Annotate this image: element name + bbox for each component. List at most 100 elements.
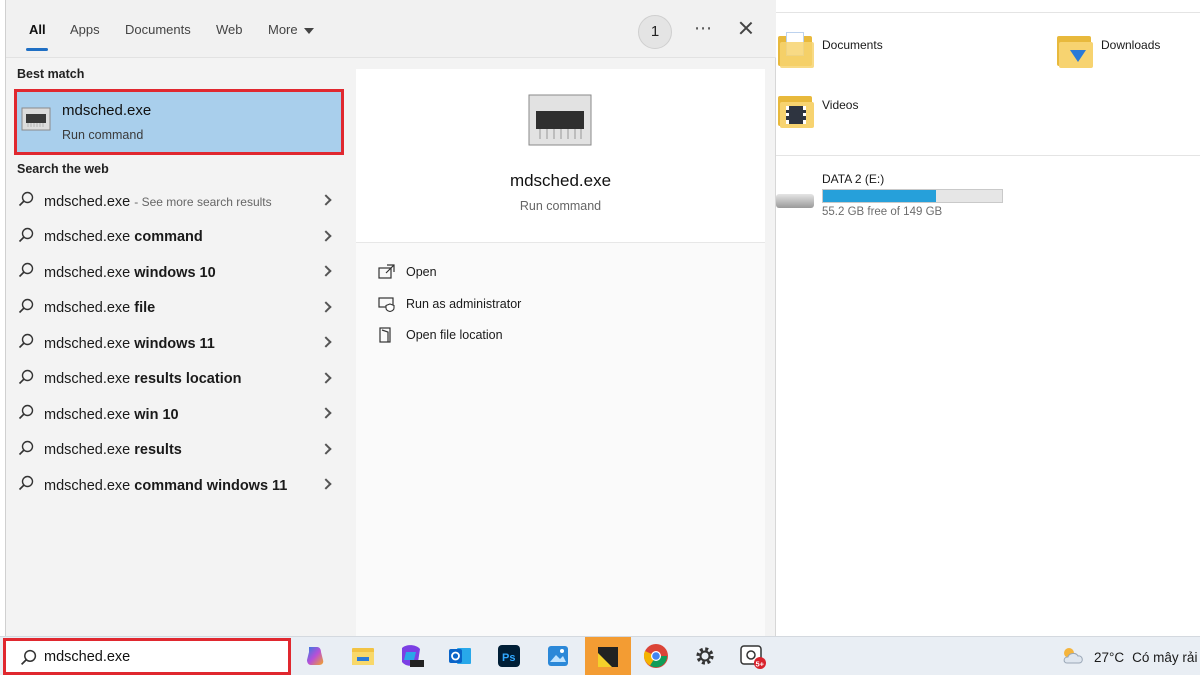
action-label: Open <box>406 265 437 279</box>
search-icon <box>18 369 40 390</box>
file-explorer-icon[interactable] <box>348 641 378 671</box>
notification-badge: 5+ <box>756 660 765 669</box>
start-search-panel: All Apps Documents Web More 1 ⋯ Best mat… <box>5 0 776 636</box>
svg-text:Ps: Ps <box>502 652 515 664</box>
tab-apps[interactable]: Apps <box>70 22 100 37</box>
web-heading: Search the web <box>17 162 109 176</box>
web-result-text: mdsched.exe <box>44 264 131 281</box>
videos-folder-icon <box>778 92 814 128</box>
web-result-item[interactable]: mdsched.exe command windows 11 <box>12 468 342 504</box>
drive-free-space: 55.2 GB free of 149 GB <box>822 206 943 218</box>
weather-temperature: 27°C <box>1094 650 1125 665</box>
tab-web[interactable]: Web <box>216 22 243 37</box>
search-icon <box>18 262 40 283</box>
search-tab-bar: All Apps Documents Web More 1 ⋯ <box>6 0 776 58</box>
folder-documents[interactable]: Documents <box>778 32 883 68</box>
web-results-list: mdsched.exe - See more search results mds… <box>12 184 342 504</box>
memory-chip-icon <box>21 104 51 139</box>
divider <box>776 155 1200 156</box>
chrome-icon[interactable] <box>641 641 671 671</box>
web-result-text: mdsched.exe <box>44 300 131 317</box>
photoshop-icon[interactable]: Ps <box>494 641 524 671</box>
chevron-right-icon <box>320 442 332 455</box>
see-more-text: - See more search results <box>134 194 272 209</box>
web-result-bold: windows 10 <box>134 264 216 281</box>
sticky-notes-icon[interactable] <box>585 637 631 675</box>
best-match-subtitle: Run command <box>62 128 144 142</box>
web-result-text: mdsched.exe <box>44 335 131 352</box>
web-result-item[interactable]: mdsched.exe windows 11 <box>12 326 342 362</box>
tab-more[interactable]: More <box>268 22 314 37</box>
snipping-tool-icon[interactable]: 5+ <box>738 641 768 671</box>
search-icon <box>18 475 40 496</box>
web-result-item[interactable]: mdsched.exe windows 10 <box>12 255 342 291</box>
preview-title: mdsched.exe <box>509 171 612 190</box>
active-tab-indicator <box>26 48 48 51</box>
web-result-bold: win 10 <box>134 406 179 423</box>
tab-documents[interactable]: Documents <box>125 22 191 37</box>
web-result-item[interactable]: mdsched.exe results location <box>12 362 342 398</box>
taskbar: Ps 5+ 27°C Có mây rải <box>0 636 1200 675</box>
chevron-right-icon <box>320 265 332 277</box>
search-icon <box>18 440 40 461</box>
photos-icon[interactable] <box>543 641 573 671</box>
web-result-bold: command windows 11 <box>134 477 288 494</box>
chevron-right-icon <box>320 478 332 490</box>
web-result-bold: results location <box>134 371 242 388</box>
web-result-bold: results <box>134 442 182 459</box>
web-result-text: mdsched.exe <box>44 193 131 210</box>
partly-cloudy-icon <box>1060 645 1086 670</box>
tab-more-label: More <box>268 22 298 37</box>
best-match-title: mdsched.exe <box>62 102 152 119</box>
search-icon <box>20 649 37 671</box>
best-match-result[interactable]: mdsched.exe Run command <box>14 89 344 155</box>
folder-label: Videos <box>822 98 859 112</box>
folder-label: Documents <box>822 38 883 52</box>
shield-admin-icon <box>378 296 396 313</box>
drive-data2[interactable]: DATA 2 (E:) 55.2 GB free of 149 GB <box>776 170 1003 218</box>
chevron-right-icon <box>320 371 332 384</box>
m365-icon[interactable] <box>396 641 426 671</box>
memory-chip-icon <box>528 93 592 154</box>
open-icon <box>378 264 396 280</box>
taskbar-search-box[interactable] <box>3 638 291 675</box>
close-icon[interactable] <box>736 18 756 40</box>
chevron-right-icon <box>320 194 332 206</box>
chevron-right-icon <box>320 336 332 348</box>
search-input[interactable] <box>44 646 274 668</box>
web-result-text: mdsched.exe <box>44 229 131 246</box>
outlook-icon[interactable] <box>445 641 475 671</box>
search-icon <box>18 404 40 425</box>
downloads-folder-icon <box>1057 32 1093 68</box>
folder-downloads[interactable]: Downloads <box>1057 32 1160 68</box>
settings-icon[interactable] <box>690 641 720 671</box>
chevron-right-icon <box>320 407 332 419</box>
web-result-item[interactable]: mdsched.exe results <box>12 433 342 469</box>
folder-videos[interactable]: Videos <box>778 92 858 128</box>
chevron-right-icon <box>320 229 332 242</box>
web-result-item[interactable]: mdsched.exe file <box>12 291 342 327</box>
drive-usage-bar <box>822 189 1003 203</box>
web-result-bold: command <box>134 229 203 246</box>
drive-name: DATA 2 (E:) <box>822 172 885 186</box>
action-open[interactable]: Open <box>378 264 437 280</box>
action-run-as-admin[interactable]: Run as administrator <box>378 296 522 313</box>
action-label: Run as administrator <box>406 297 522 311</box>
web-result-item[interactable]: mdsched.exe command <box>12 220 342 256</box>
more-options-icon[interactable]: ⋯ <box>694 18 713 39</box>
tab-all[interactable]: All <box>29 22 46 37</box>
copilot-icon[interactable] <box>300 641 330 671</box>
folder-label: Downloads <box>1101 38 1161 52</box>
web-result-text: mdsched.exe <box>44 442 131 459</box>
weather-widget[interactable]: 27°C Có mây rải <box>1060 645 1197 670</box>
web-result-item[interactable]: mdsched.exe win 10 <box>12 397 342 433</box>
action-open-file-location[interactable]: Open file location <box>378 327 503 343</box>
web-result-text: mdsched.exe <box>44 477 131 494</box>
search-icon <box>18 333 40 354</box>
divider <box>776 12 1200 13</box>
web-result-bold: file <box>134 300 156 317</box>
web-result-bold: windows 11 <box>134 335 215 352</box>
rewards-badge[interactable]: 1 <box>638 15 672 49</box>
web-result-text: mdsched.exe <box>44 406 131 423</box>
web-result-item[interactable]: mdsched.exe - See more search results <box>12 184 342 220</box>
